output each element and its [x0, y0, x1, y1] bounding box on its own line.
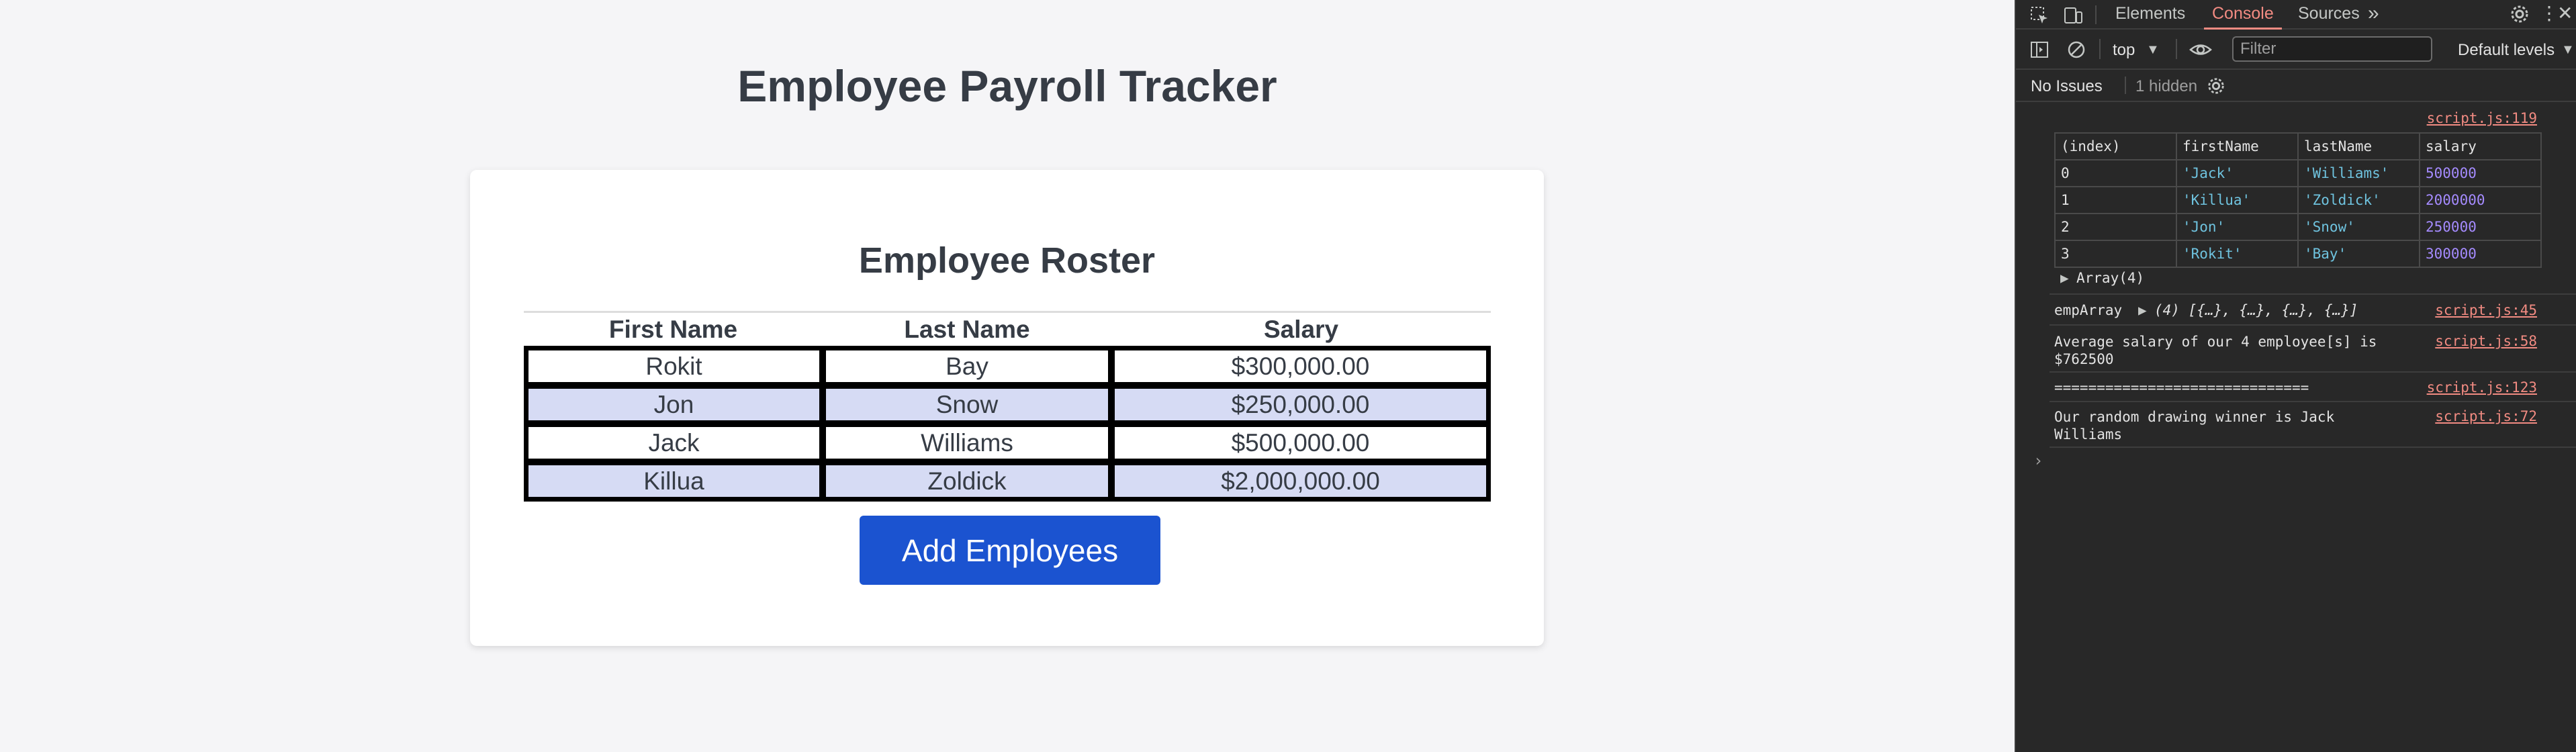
console-cell: 3: [2054, 240, 2177, 268]
header-last-name: Last Name: [823, 311, 1111, 346]
cell-salary: $2,000,000.00: [1111, 462, 1491, 502]
cell-salary: $500,000.00: [1111, 424, 1491, 462]
console-message: Our random drawing winner is Jack Willia…: [2054, 409, 2335, 442]
console-toolbar: top ▼ Default levels ▼: [2016, 30, 2576, 70]
console-cell: 1: [2054, 186, 2177, 214]
prompt-icon[interactable]: ›: [2033, 451, 2043, 470]
toolbar-divider: [2099, 39, 2101, 59]
source-link[interactable]: script.js:45: [2435, 302, 2537, 318]
hidden-count[interactable]: 1 hidden: [2135, 77, 2197, 96]
eye-icon[interactable]: [2189, 40, 2212, 63]
more-tabs-icon[interactable]: »: [2368, 3, 2379, 23]
issues-divider: [2125, 77, 2126, 94]
cell-salary: $300,000.00: [1111, 346, 1491, 385]
clear-icon[interactable]: [2066, 40, 2086, 63]
issues-count[interactable]: No Issues: [2031, 77, 2103, 96]
header-first-name: First Name: [524, 311, 823, 346]
console-cell: 'Jack': [2176, 159, 2299, 187]
context-selector[interactable]: top: [2113, 41, 2135, 60]
console-col-header[interactable]: (index): [2054, 132, 2177, 160]
header-salary: Salary: [1111, 311, 1491, 346]
device-toggle-icon[interactable]: [2063, 5, 2083, 29]
console-table-row: 1 'Killua' 'Zoldick' 2000000: [2054, 186, 2542, 214]
console-cell: 'Williams': [2297, 159, 2420, 187]
console-cell: 2: [2054, 213, 2177, 241]
close-icon[interactable]: ✕: [2557, 4, 2573, 23]
filter-input[interactable]: [2232, 36, 2432, 62]
console-table: (index) firstName lastName salary 0 'Jac…: [2054, 132, 2542, 268]
roster-card: Employee Roster First Name Last Name Sal…: [470, 170, 1544, 646]
levels-dropdown[interactable]: Default levels: [2458, 41, 2555, 60]
roster-title: Employee Roster: [858, 240, 1156, 281]
console-cell: 300000: [2419, 240, 2542, 268]
gear-icon[interactable]: [2207, 77, 2225, 99]
message-separator: [2050, 371, 2576, 373]
console-cell: 'Snow': [2297, 213, 2420, 241]
table-row: Jon Snow $250,000.00: [524, 385, 1491, 424]
expand-arrow-icon[interactable]: ▶: [2060, 270, 2069, 286]
devtools-panel: Elements Console Sources » ⋮ ✕ top ▼ Def…: [2015, 0, 2576, 752]
app-page: Employee Payroll Tracker Employee Roster…: [0, 0, 2015, 752]
console-cell: 'Zoldick': [2297, 186, 2420, 214]
add-employees-button[interactable]: Add Employees: [860, 516, 1160, 585]
console-message: empArray: [2054, 302, 2123, 318]
tab-console[interactable]: Console: [2204, 0, 2282, 30]
tab-elements[interactable]: Elements: [2115, 0, 2185, 30]
settings-icon[interactable]: [2510, 4, 2530, 28]
cell-last-name: Snow: [823, 385, 1111, 424]
console-col-header[interactable]: firstName: [2176, 132, 2299, 160]
console-col-header[interactable]: salary: [2419, 132, 2542, 160]
message-separator: [2050, 401, 2576, 402]
console-cell: 0: [2054, 159, 2177, 187]
console-table-row: 2 'Jon' 'Snow' 250000: [2054, 213, 2542, 241]
console-message: ==============================: [2054, 379, 2309, 395]
table-row: Rokit Bay $300,000.00: [524, 346, 1491, 385]
kebab-menu-icon[interactable]: ⋮: [2540, 4, 2559, 23]
console-cell: 'Rokit': [2176, 240, 2299, 268]
cell-last-name: Bay: [823, 346, 1111, 385]
console-table-header: (index) firstName lastName salary: [2054, 132, 2542, 160]
source-link[interactable]: script.js:119: [2427, 110, 2537, 126]
console-cell: 2000000: [2419, 186, 2542, 214]
message-separator: [2050, 446, 2576, 448]
tab-divider: [2095, 5, 2097, 24]
console-cell: 'Bay': [2297, 240, 2420, 268]
cell-salary: $250,000.00: [1111, 385, 1491, 424]
tab-sources[interactable]: Sources: [2298, 0, 2360, 30]
source-link[interactable]: script.js:123: [2427, 379, 2537, 395]
roster-table: First Name Last Name Salary Rokit Bay $3…: [524, 311, 1491, 502]
page-title: Employee Payroll Tracker: [737, 61, 1277, 111]
devtools-tab-bar: Elements Console Sources » ⋮ ✕: [2016, 0, 2576, 30]
console-cell: 'Jon': [2176, 213, 2299, 241]
console-message: Average salary of our 4 employee[s] is $…: [2054, 334, 2377, 367]
console-table-row: 0 'Jack' 'Williams' 500000: [2054, 159, 2542, 187]
table-row: Jack Williams $500,000.00: [524, 424, 1491, 462]
cell-first-name: Jack: [524, 424, 823, 462]
toolbar-divider: [2176, 39, 2177, 59]
chevron-down-icon[interactable]: ▼: [2561, 40, 2575, 59]
cell-last-name: Zoldick: [823, 462, 1111, 502]
cell-last-name: Williams: [823, 424, 1111, 462]
console-cell: 250000: [2419, 213, 2542, 241]
table-row: Killua Zoldick $2,000,000.00: [524, 462, 1491, 502]
source-link[interactable]: script.js:72: [2435, 408, 2537, 424]
console-table-row: 3 'Rokit' 'Bay' 300000: [2054, 240, 2542, 268]
issues-bar: No Issues 1 hidden: [2016, 70, 2576, 102]
inspect-icon[interactable]: [2029, 5, 2050, 29]
console-col-header[interactable]: lastName: [2297, 132, 2420, 160]
expand-arrow-icon[interactable]: ▶: [2138, 302, 2147, 318]
cell-first-name: Killua: [524, 462, 823, 502]
chevron-down-icon[interactable]: ▼: [2146, 40, 2160, 59]
cell-first-name: Rokit: [524, 346, 823, 385]
message-separator: [2050, 293, 2576, 295]
console-cell: 500000: [2419, 159, 2542, 187]
cell-first-name: Jon: [524, 385, 823, 424]
message-separator: [2050, 324, 2576, 326]
sidebar-icon[interactable]: [2029, 40, 2050, 63]
console-cell: 'Killua': [2176, 186, 2299, 214]
source-link[interactable]: script.js:58: [2435, 333, 2537, 349]
array-label[interactable]: Array(4): [2076, 270, 2144, 286]
console-object-preview[interactable]: (4) [{…}, {…}, {…}, {…}]: [2154, 302, 2358, 318]
table-header-row: First Name Last Name Salary: [524, 311, 1491, 346]
